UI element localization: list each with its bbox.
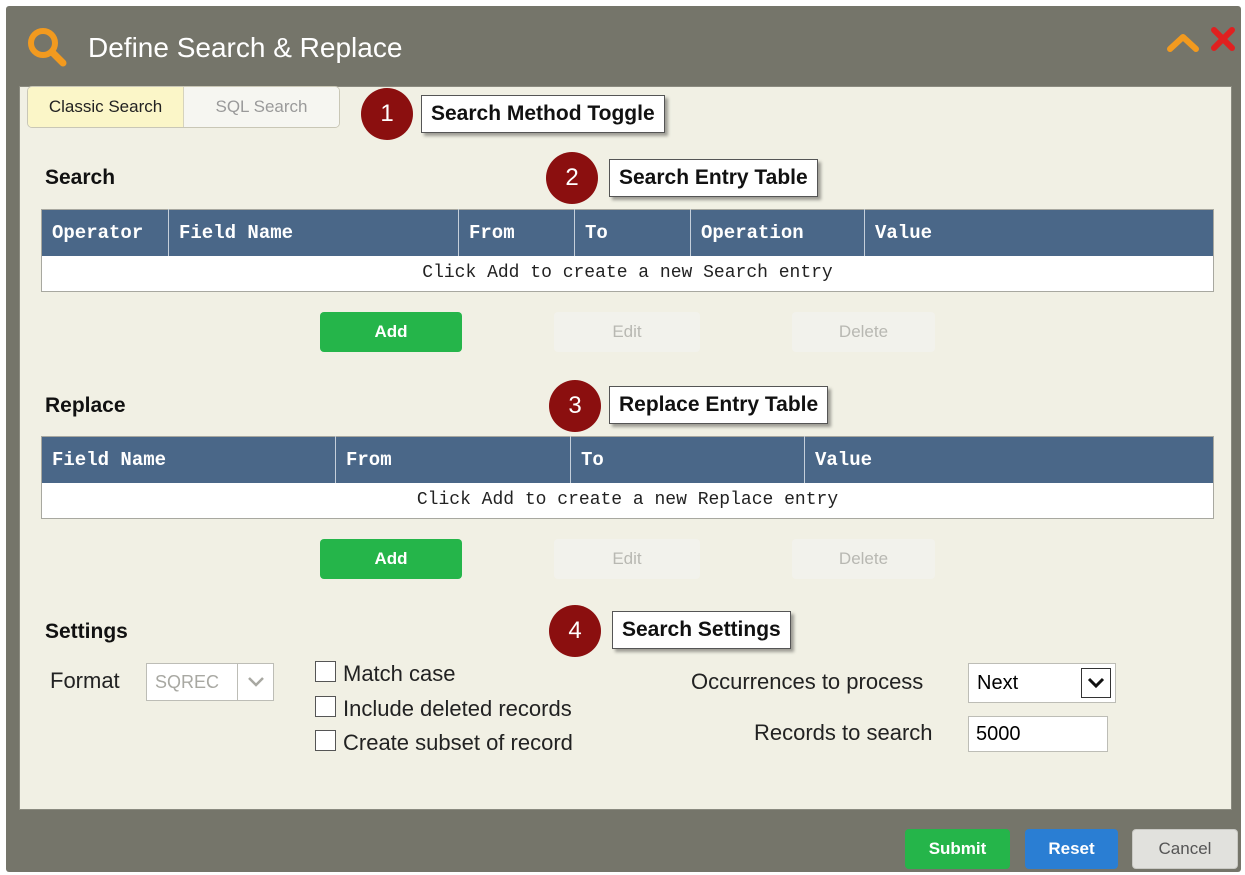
search-edit-button[interactable]: Edit xyxy=(554,312,700,352)
column-header-field-name[interactable]: Field Name xyxy=(168,209,459,256)
callout-marker-3: 3 xyxy=(549,380,601,432)
window-title: Define Search & Replace xyxy=(88,32,403,63)
search-delete-button[interactable]: Delete xyxy=(792,312,935,352)
callout-label-3: Replace Entry Table xyxy=(609,386,829,424)
search-method-toggle: Classic Search SQL Search xyxy=(27,86,340,128)
create-subset-label: Create subset of record xyxy=(343,730,573,755)
replace-section-label: Replace xyxy=(45,394,126,417)
callout-label-1: Search Method Toggle xyxy=(421,95,665,133)
chevron-down-icon xyxy=(1081,668,1111,698)
column-header-field-name[interactable]: Field Name xyxy=(41,436,336,483)
settings-section-label: Settings xyxy=(45,620,128,643)
include-deleted-checkbox[interactable] xyxy=(315,696,336,717)
titlebar: Define Search & Replace xyxy=(6,6,1241,86)
column-header-value[interactable]: Value xyxy=(804,436,1214,483)
submit-button[interactable]: Submit xyxy=(905,829,1010,869)
search-icon xyxy=(28,28,67,67)
chevron-up-icon[interactable] xyxy=(1166,30,1200,54)
search-section-label: Search xyxy=(45,166,116,189)
replace-table-header-row: Field Name From To Value xyxy=(41,436,1214,483)
column-header-to[interactable]: To xyxy=(574,209,691,256)
records-label: Records to search xyxy=(754,720,933,745)
cancel-button[interactable]: Cancel xyxy=(1132,829,1238,869)
records-input[interactable]: 5000 xyxy=(968,716,1108,752)
include-deleted-label: Include deleted records xyxy=(343,696,572,721)
classic-search-tab[interactable]: Classic Search xyxy=(28,87,184,127)
replace-entry-table: Field Name From To Value Click Add to cr… xyxy=(41,436,1214,519)
match-case-checkbox[interactable] xyxy=(315,661,336,682)
search-entry-table: Operator Field Name From To Operation Va… xyxy=(41,209,1214,292)
callout-marker-4: 4 xyxy=(549,605,601,657)
occurrences-value: Next xyxy=(977,671,1019,694)
occurrences-label: Occurrences to process xyxy=(691,669,924,694)
column-header-from[interactable]: From xyxy=(458,209,575,256)
format-value: SQREC xyxy=(155,671,220,692)
replace-edit-button[interactable]: Edit xyxy=(554,539,700,579)
occurrences-select[interactable]: Next xyxy=(968,663,1116,703)
column-header-value[interactable]: Value xyxy=(864,209,1214,256)
format-label: Format xyxy=(50,668,120,693)
close-icon[interactable] xyxy=(1210,26,1236,52)
column-header-operation[interactable]: Operation xyxy=(690,209,865,256)
match-case-label: Match case xyxy=(343,661,456,686)
column-header-from[interactable]: From xyxy=(335,436,571,483)
chevron-down-icon xyxy=(237,664,273,700)
sql-search-tab[interactable]: SQL Search xyxy=(184,87,339,127)
callout-marker-2: 2 xyxy=(546,152,598,204)
reset-button[interactable]: Reset xyxy=(1025,829,1118,869)
callout-label-4: Search Settings xyxy=(612,611,791,649)
column-header-operator[interactable]: Operator xyxy=(41,209,169,256)
column-header-to[interactable]: To xyxy=(570,436,805,483)
table-row: Click Add to create a new Search entry xyxy=(42,256,1214,292)
replace-add-button[interactable]: Add xyxy=(320,539,462,579)
callout-marker-1: 1 xyxy=(361,88,413,140)
replace-delete-button[interactable]: Delete xyxy=(792,539,935,579)
table-row: Click Add to create a new Replace entry xyxy=(42,483,1214,519)
search-table-header-row: Operator Field Name From To Operation Va… xyxy=(41,209,1214,256)
create-subset-checkbox[interactable] xyxy=(315,730,336,751)
search-empty-message: Click Add to create a new Search entry xyxy=(422,263,833,284)
format-select[interactable]: SQREC xyxy=(146,663,274,701)
search-add-button[interactable]: Add xyxy=(320,312,462,352)
replace-empty-message: Click Add to create a new Replace entry xyxy=(416,490,839,511)
callout-label-2: Search Entry Table xyxy=(609,159,818,197)
